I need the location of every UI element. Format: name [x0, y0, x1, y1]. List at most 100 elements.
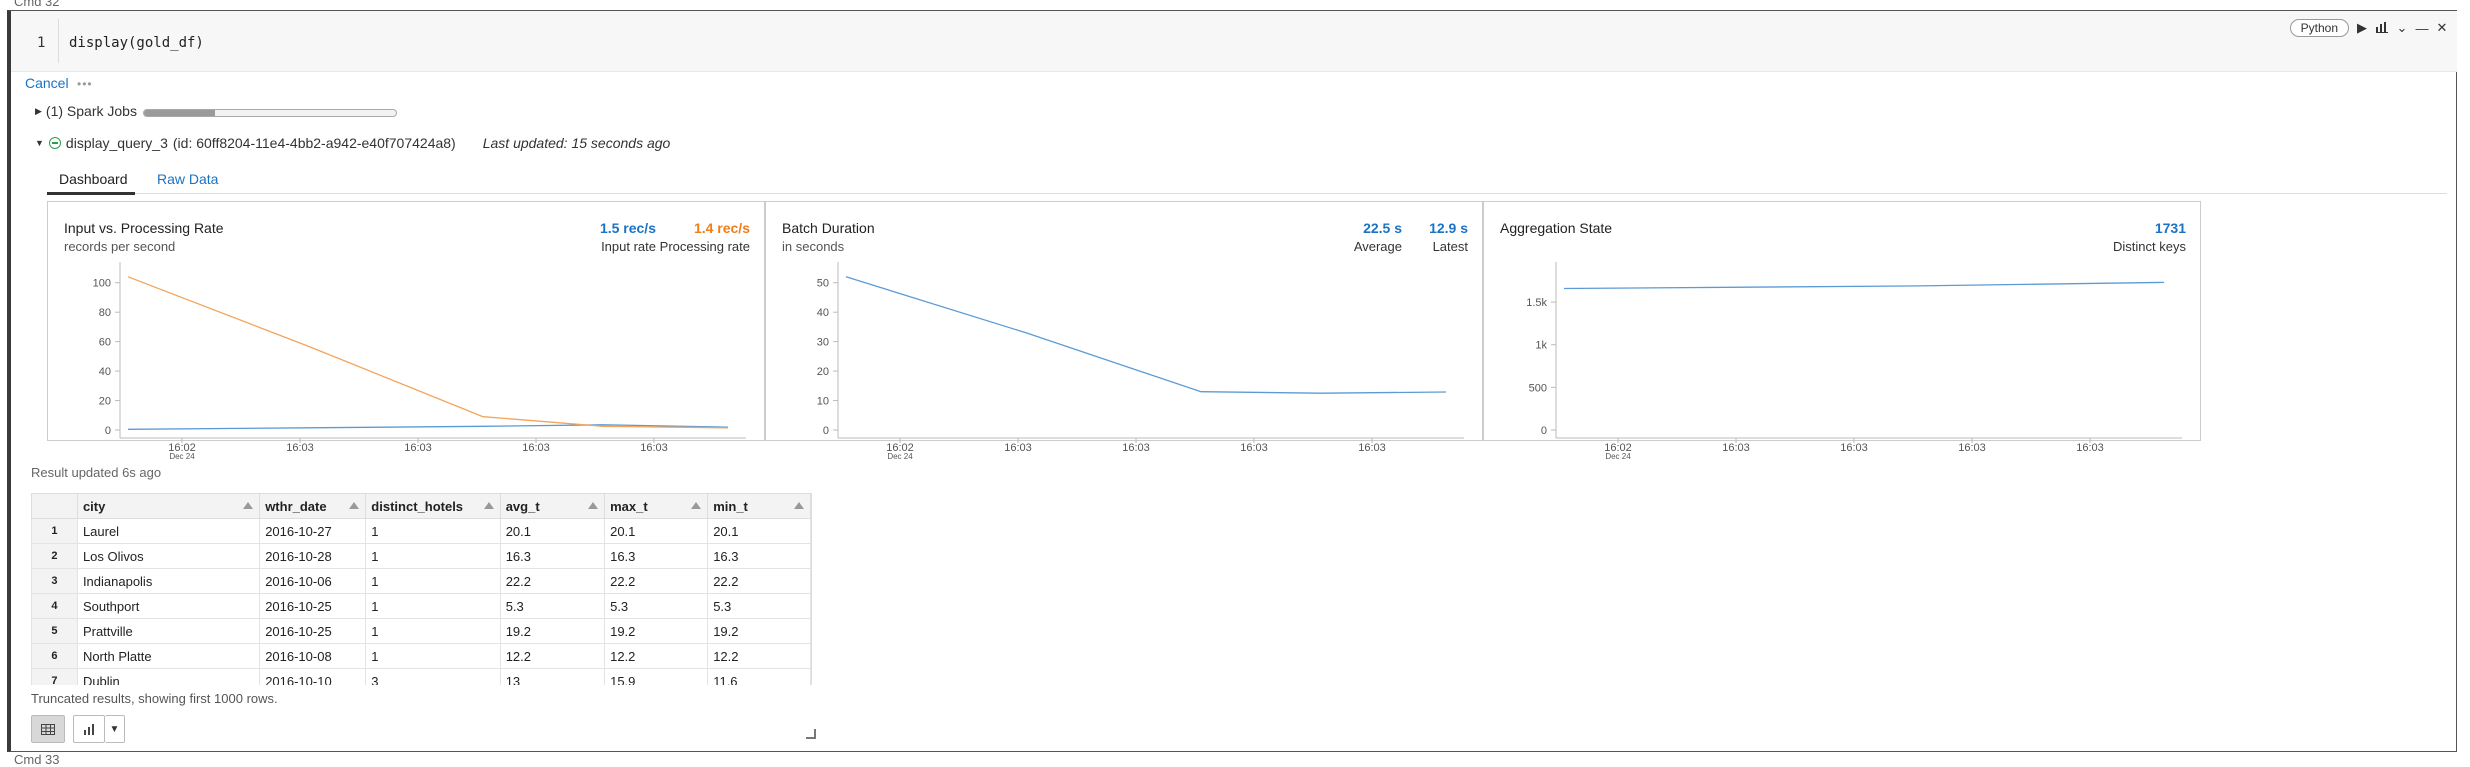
results-table-container[interactable]: city wthr_date distinct_hotels avg_t max_t mi… — [31, 493, 812, 685]
series-line — [127, 276, 729, 429]
table-cell: 20.1 — [604, 518, 709, 544]
y-tick-label: 30 — [817, 337, 829, 349]
table-cell: Los Olivos — [76, 543, 261, 569]
table-cell: 3 — [365, 668, 501, 685]
row-number: 1 — [31, 518, 78, 544]
table-row: 4 Southport 2016-10-25 1 5.3 5.3 5.3 — [31, 593, 811, 619]
resize-handle-icon[interactable] — [806, 729, 816, 739]
column-header-label: avg_t — [505, 498, 540, 514]
table-cell: 20.1 — [707, 518, 811, 544]
cmd-label-below: Cmd 33 — [14, 752, 60, 767]
column-header-min-t[interactable]: min_t — [707, 493, 811, 519]
y-tick-label: 1k — [1535, 340, 1547, 352]
table-view-button[interactable] — [31, 715, 65, 743]
y-tick-label: 20 — [817, 366, 829, 378]
column-header-distinct-hotels[interactable]: distinct_hotels — [365, 493, 501, 519]
x-tick-label: 16:03 — [1840, 442, 1868, 454]
result-updated: Result updated 6s ago — [31, 465, 162, 480]
sort-icon[interactable] — [691, 502, 702, 509]
y-tick-label: 50 — [817, 278, 829, 290]
query-id: (id: 60ff8204-11e4-4bb2-a942-e40f707424a… — [172, 135, 456, 151]
minus-icon[interactable]: — — [2415, 21, 2429, 36]
table-cell: 12.2 — [707, 643, 811, 669]
x-tick-label: 16:03 — [522, 442, 550, 454]
close-icon[interactable]: ✕ — [2435, 20, 2449, 36]
table-cell: 12.2 — [499, 643, 606, 669]
query-name: display_query_3 — [65, 135, 168, 151]
table-cell: Southport — [76, 593, 261, 619]
table-cell: 1 — [365, 643, 501, 669]
row-number: 2 — [31, 543, 78, 569]
x-tick-label: 16:03 — [640, 442, 668, 454]
spark-jobs-progress — [143, 109, 397, 117]
sort-icon[interactable] — [588, 502, 599, 509]
table-header-row: city wthr_date distinct_hotels avg_t max_t mi… — [31, 493, 811, 519]
table-cell: North Platte — [76, 643, 261, 669]
table-cell: Indianapolis — [76, 568, 261, 594]
column-header-avg-t[interactable]: avg_t — [499, 493, 606, 519]
y-tick-label: 0 — [823, 425, 829, 437]
view-buttons: ▼ — [31, 715, 125, 743]
table-cell: 19.2 — [604, 618, 709, 644]
table-cell: 2016-10-27 — [259, 518, 367, 544]
row-number: 7 — [31, 668, 78, 685]
table-row: 2 Los Olivos 2016-10-28 1 16.3 16.3 16.3 — [31, 543, 811, 569]
tab-raw-data[interactable]: Raw Data — [157, 171, 218, 187]
line-number: 1 — [37, 35, 46, 51]
chart-type-dropdown[interactable]: ▼ — [105, 715, 125, 743]
table-body: 1 Laurel 2016-10-27 1 20.1 20.1 20.1 2 Los Olivo… — [31, 518, 811, 685]
column-header-label: wthr_date — [265, 498, 327, 514]
y-tick-label: 80 — [99, 307, 111, 319]
table-cell: 20.1 — [499, 518, 606, 544]
chart-view-group: ▼ — [73, 715, 125, 743]
table-cell: 16.3 — [604, 543, 709, 569]
sort-icon[interactable] — [794, 502, 804, 509]
chevron-down-icon[interactable]: ⌄ — [2395, 20, 2409, 36]
column-header-max-t[interactable]: max_t — [604, 493, 709, 519]
table-cell: 5.3 — [604, 593, 709, 619]
cancel-link[interactable]: Cancel — [25, 75, 69, 91]
column-header-label: max_t — [610, 498, 648, 514]
bar-chart-icon[interactable] — [2375, 21, 2389, 36]
sort-icon[interactable] — [349, 502, 360, 509]
play-icon[interactable]: ▶ — [2355, 20, 2369, 36]
column-header-wthr-date[interactable]: wthr_date — [259, 493, 367, 519]
y-tick-label: 100 — [93, 278, 111, 290]
x-date-label: Dec 24 — [169, 452, 195, 461]
table-cell: 19.2 — [499, 618, 606, 644]
table-row: 1 Laurel 2016-10-27 1 20.1 20.1 20.1 — [31, 518, 811, 544]
x-tick-label: 16:03 — [1722, 442, 1750, 454]
column-header-label: city — [82, 498, 106, 514]
sort-icon[interactable] — [243, 502, 254, 509]
stream-query-header[interactable]: ▼ display_query_3 (id: 60ff8204-11e4-4bb… — [35, 135, 670, 151]
chart-view-button[interactable] — [73, 715, 105, 743]
x-tick-label: 16:03 — [1358, 442, 1386, 454]
sort-icon[interactable] — [483, 502, 494, 509]
panel-batch-duration: Batch Duration in seconds 22.5 s Average … — [765, 201, 1483, 461]
table-cell: 13 — [499, 668, 606, 685]
table-row: 6 North Platte 2016-10-08 1 12.2 12.2 12.2 — [31, 643, 811, 669]
table-cell: 5.3 — [707, 593, 811, 619]
row-number: 5 — [31, 618, 78, 644]
chart-batch-duration: 0102030405016:02Dec 2416:03 16:03 16:03 16:… — [817, 262, 1464, 461]
row-number-header — [31, 493, 78, 519]
progress-fill — [144, 110, 215, 116]
x-tick-label: 16:03 — [1004, 442, 1032, 454]
spark-jobs-toggle[interactable]: ▶ (1) Spark Jobs — [35, 103, 137, 119]
tab-dashboard[interactable]: Dashboard — [47, 171, 135, 195]
table-cell: 15.9 — [604, 668, 709, 685]
table-row: 5 Prattville 2016-10-25 1 19.2 19.2 19.2 — [31, 618, 811, 644]
table-cell: 22.2 — [499, 568, 606, 594]
y-tick-label: 40 — [817, 307, 829, 319]
x-tick-label: 16:03 — [1958, 442, 1986, 454]
language-badge[interactable]: Python — [2289, 19, 2349, 37]
table-cell: 5.3 — [499, 593, 606, 619]
table-cell: 16.3 — [707, 543, 811, 569]
y-tick-label: 10 — [817, 396, 829, 408]
y-tick-label: 0 — [1541, 425, 1547, 437]
code-editor[interactable]: 1 display(gold_df) Python ▶ ⌄ — ✕ — [11, 11, 2457, 72]
column-header-city[interactable]: city — [76, 493, 261, 519]
table-cell: Laurel — [76, 518, 261, 544]
code-text[interactable]: display(gold_df) — [69, 35, 204, 51]
table-cell: Prattville — [76, 618, 261, 644]
